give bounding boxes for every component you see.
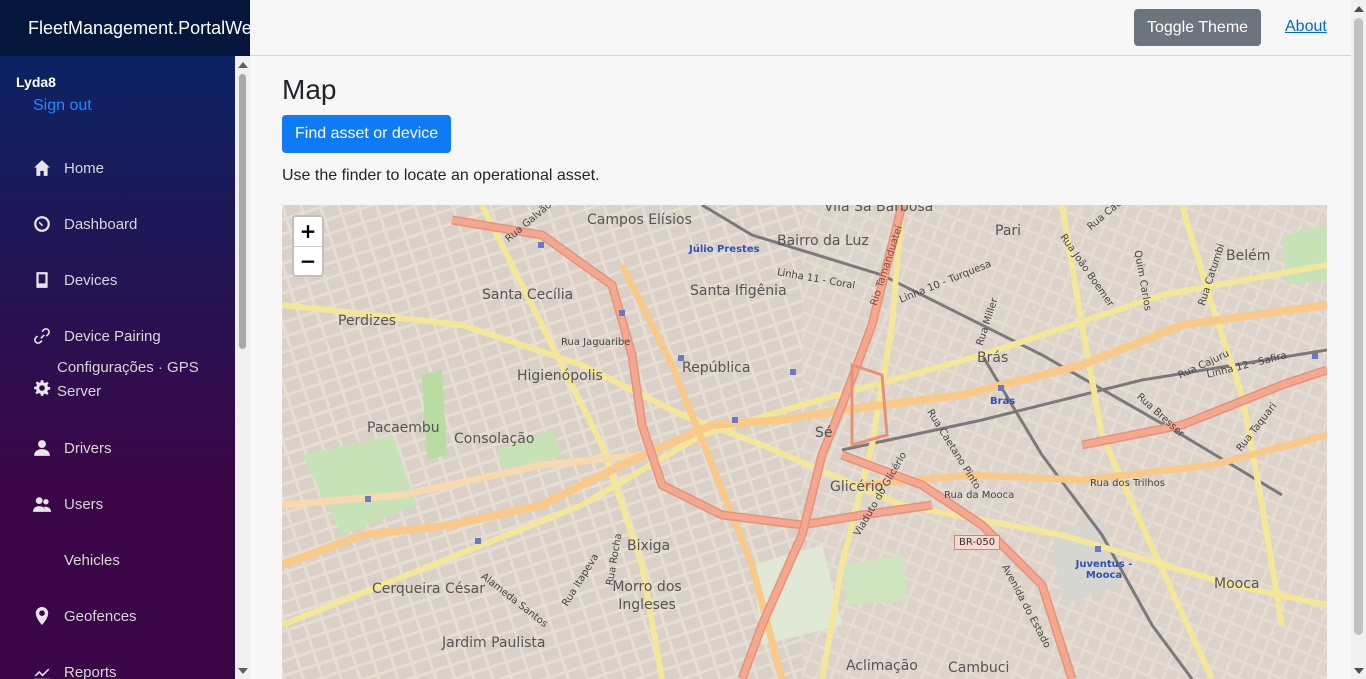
sidebar-item-home[interactable]: Home bbox=[0, 148, 235, 188]
sidebar-item-label: Reports bbox=[64, 663, 117, 679]
gear-icon bbox=[30, 378, 54, 398]
sidebar-item-geofences[interactable]: Geofences bbox=[0, 596, 235, 636]
sidebar-item-label: Configurações · GPS bbox=[57, 359, 199, 376]
find-asset-button[interactable]: Find asset or device bbox=[282, 115, 452, 153]
map-label: Higienópolis bbox=[517, 368, 603, 384]
sidebar-item-label: Vehicles bbox=[64, 551, 120, 569]
sign-out-link[interactable]: Sign out bbox=[0, 96, 235, 124]
people-icon bbox=[30, 494, 54, 514]
scrollbar-thumb[interactable] bbox=[1354, 18, 1363, 635]
page-scrollbar[interactable] bbox=[1351, 0, 1366, 679]
sidebar-item-dashboard[interactable]: Dashboard bbox=[0, 204, 235, 244]
sidebar-item-label: Home bbox=[64, 159, 105, 177]
dashboard-icon bbox=[30, 214, 54, 234]
map-label: Santa Cecília bbox=[482, 287, 574, 303]
top-bar: Toggle Theme About bbox=[250, 0, 1351, 56]
sidebar-item-label: Devices bbox=[64, 271, 118, 289]
map-label: Rua dos Trilhos bbox=[1090, 478, 1165, 489]
scroll-down-arrow-icon[interactable] bbox=[1354, 668, 1364, 674]
zoom-control: + − bbox=[292, 215, 324, 277]
map-label: Pari bbox=[995, 223, 1022, 239]
sidebar: FleetManagement.PortalWeb Lyda8 Sign out… bbox=[0, 0, 250, 679]
map-label: Perdizes bbox=[338, 313, 397, 329]
vehicle-icon bbox=[30, 550, 54, 570]
brand-title[interactable]: FleetManagement.PortalWeb bbox=[0, 0, 250, 56]
map-label: Belém bbox=[1226, 248, 1271, 264]
sidebar-item-devices[interactable]: Devices bbox=[0, 260, 235, 300]
sidebar-item-label: Geofences bbox=[64, 607, 137, 625]
link-icon bbox=[30, 326, 54, 346]
sidebar-scrollbar[interactable] bbox=[235, 56, 250, 679]
home-icon bbox=[30, 158, 54, 178]
sidebar-item-label: Drivers bbox=[64, 439, 112, 457]
scroll-down-arrow-icon[interactable] bbox=[238, 668, 248, 674]
page-title: Map bbox=[282, 74, 337, 105]
map-label: Morro dos Ingleses bbox=[612, 579, 682, 613]
map-label: Rua da Mooca bbox=[944, 490, 1015, 501]
sidebar-item-label: Dashboard bbox=[64, 215, 138, 233]
map-label: Brás bbox=[990, 396, 1016, 407]
map-label: Consolação bbox=[454, 431, 535, 447]
scrollbar-thumb[interactable] bbox=[239, 74, 246, 349]
scroll-up-arrow-icon[interactable] bbox=[238, 62, 248, 68]
map-label: Mooca bbox=[1214, 576, 1260, 592]
sidebar-item-drivers[interactable]: Drivers bbox=[0, 428, 235, 468]
finder-hint: Use the finder to locate an operational … bbox=[282, 167, 600, 184]
map-label: Rua Jaguaribe bbox=[561, 337, 631, 348]
map-label: Vila Sa Barbosa bbox=[824, 205, 934, 215]
person-icon bbox=[30, 438, 54, 458]
map-label: Campos Elísios bbox=[587, 212, 692, 228]
sidebar-item-users[interactable]: Users bbox=[0, 484, 235, 524]
map-label: Sé bbox=[815, 425, 833, 441]
sidebar-item-label: Users bbox=[64, 495, 104, 513]
device-icon bbox=[30, 270, 54, 290]
map-pin-icon bbox=[30, 606, 54, 626]
sidebar-nav: Lyda8 Sign out Home Dashboard Devices De… bbox=[0, 56, 235, 679]
sidebar-item-label-2: Server bbox=[57, 383, 102, 400]
map-label: Pacaembu bbox=[367, 420, 440, 436]
map-label: Brás bbox=[977, 350, 1009, 366]
zoom-in-button[interactable]: + bbox=[294, 217, 322, 246]
chart-line-icon bbox=[30, 662, 54, 679]
map-label: Júlio Prestes bbox=[689, 244, 760, 255]
sidebar-item-gps-server[interactable]: Configurações · GPS Server bbox=[0, 356, 235, 416]
sidebar-item-vehicles[interactable]: Vehicles bbox=[0, 540, 235, 580]
map-label: Jardim Paulista bbox=[442, 635, 546, 651]
map-label: Aclimação bbox=[846, 658, 918, 674]
map-label: República bbox=[682, 360, 751, 376]
scroll-up-arrow-icon[interactable] bbox=[1354, 6, 1364, 12]
map-label: Cerqueira César bbox=[372, 581, 485, 597]
sidebar-item-reports[interactable]: Reports bbox=[0, 652, 235, 679]
map-label: Juventus - Mooca bbox=[1075, 559, 1133, 581]
map-label: Bairro da Luz bbox=[777, 233, 869, 249]
main-content: Map Find asset or device Use the finder … bbox=[282, 56, 1327, 185]
route-shield: BR-050 bbox=[954, 535, 1001, 550]
sidebar-item-label: Device Pairing bbox=[64, 327, 161, 345]
map-label: Cambuci bbox=[948, 660, 1010, 676]
map-label: Santa Ifigênia bbox=[690, 283, 787, 299]
zoom-out-button[interactable]: − bbox=[294, 246, 322, 275]
username: Lyda8 bbox=[16, 74, 56, 90]
toggle-theme-button[interactable]: Toggle Theme bbox=[1134, 9, 1261, 46]
sidebar-item-device-pairing[interactable]: Device Pairing bbox=[0, 316, 235, 356]
map-label: Bixiga bbox=[627, 538, 671, 554]
about-link[interactable]: About bbox=[1285, 18, 1327, 36]
map-view[interactable]: + − Campos Elísios Vila Sa Barbosa Bairr… bbox=[282, 205, 1327, 679]
